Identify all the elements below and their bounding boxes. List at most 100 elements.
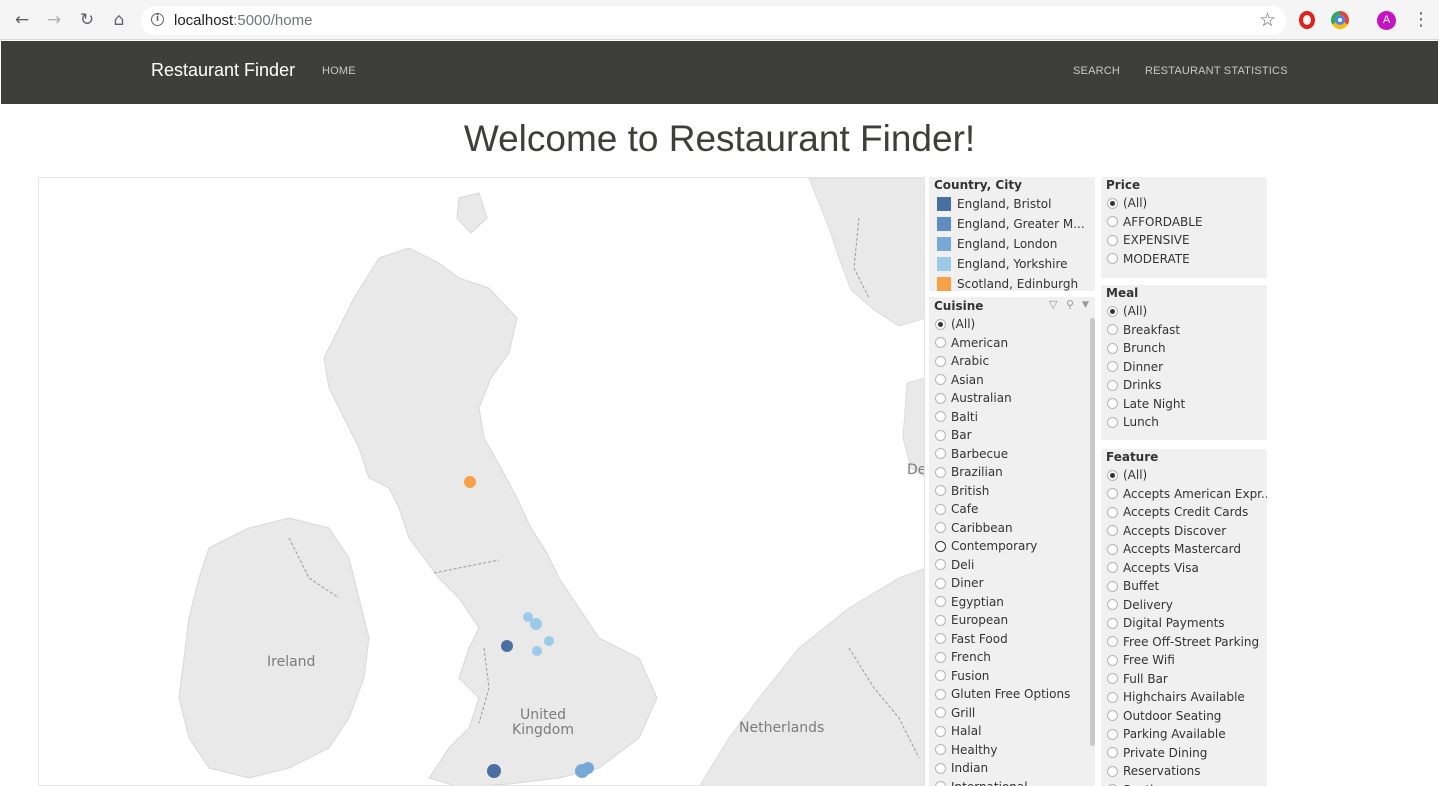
legend-item[interactable]: England, London [937, 234, 1057, 254]
radio-button[interactable] [1107, 728, 1118, 740]
cuisine-option[interactable]: (All) [935, 315, 975, 333]
radio-button[interactable] [935, 337, 946, 348]
restaurant-map[interactable]: Ireland United Kingdom Netherlands De [38, 177, 925, 786]
radio-button[interactable] [935, 725, 946, 737]
feature-option[interactable]: Accepts American Expr... [1107, 485, 1267, 503]
radio-button[interactable] [1107, 543, 1118, 555]
nav-home[interactable]: HOME [322, 65, 356, 77]
price-option[interactable]: MODERATE [1107, 250, 1190, 268]
radio-button[interactable] [1107, 361, 1118, 372]
cuisine-option[interactable]: Diner [935, 574, 984, 592]
cuisine-option[interactable]: French [935, 648, 991, 666]
cuisine-option[interactable]: Bar [935, 426, 972, 444]
meal-option[interactable]: Drinks [1107, 376, 1161, 394]
cuisine-option[interactable]: Egyptian [935, 593, 1004, 611]
radio-button[interactable] [935, 318, 946, 330]
radio-button[interactable] [935, 577, 946, 589]
cuisine-option[interactable]: Healthy [935, 741, 998, 759]
legend-item[interactable]: England, Greater M... [937, 214, 1085, 234]
profile-avatar[interactable]: A [1377, 11, 1396, 30]
radio-button[interactable] [935, 744, 946, 755]
radio-button[interactable] [1107, 525, 1118, 536]
radio-button[interactable] [935, 411, 946, 422]
feature-option[interactable]: Outdoor Seating [1107, 707, 1221, 725]
back-icon[interactable]: ← [11, 9, 33, 31]
feature-option[interactable]: Highchairs Available [1107, 688, 1245, 706]
radio-button[interactable] [935, 355, 946, 367]
filter-icon[interactable]: ▽ [1049, 298, 1057, 311]
reload-icon[interactable]: ↻ [76, 9, 98, 31]
cuisine-option[interactable]: Cafe [935, 500, 978, 518]
feature-option[interactable]: Seating [1107, 781, 1169, 786]
feature-option[interactable]: Accepts Mastercard [1107, 540, 1241, 558]
radio-button[interactable] [935, 781, 946, 786]
legend-item[interactable]: Scotland, Edinburgh [937, 274, 1078, 291]
radio-button[interactable] [1107, 654, 1118, 666]
bookmark-star-icon[interactable]: ☆ [1259, 9, 1276, 31]
feature-option[interactable]: Accepts Visa [1107, 559, 1199, 577]
feature-option[interactable]: Free Wifi [1107, 651, 1175, 669]
nav-restaurant-statistics[interactable]: RESTAURANT STATISTICS [1145, 65, 1288, 77]
radio-button[interactable] [935, 522, 946, 533]
radio-button[interactable] [1107, 617, 1118, 629]
radio-button[interactable] [1107, 710, 1118, 721]
cuisine-option[interactable]: Deli [935, 556, 974, 574]
cuisine-option[interactable]: Fast Food [935, 630, 1008, 648]
feature-option[interactable]: Free Off-Street Parking [1107, 633, 1259, 651]
dropdown-arrow-icon[interactable]: ▼ [1082, 300, 1089, 310]
cuisine-scrollbar[interactable] [1090, 318, 1095, 746]
feature-option[interactable]: (All) [1107, 466, 1147, 484]
meal-option[interactable]: Dinner [1107, 358, 1163, 376]
cuisine-option[interactable]: Grill [935, 704, 975, 722]
address-bar[interactable]: i localhost:5000/home ☆ [141, 6, 1286, 35]
radio-button[interactable] [1107, 747, 1118, 758]
cuisine-option[interactable]: European [935, 611, 1008, 629]
cuisine-option[interactable]: International [935, 778, 1028, 786]
radio-button[interactable] [1107, 506, 1118, 518]
cuisine-option[interactable]: Gluten Free Options [935, 685, 1070, 703]
feature-option[interactable]: Delivery [1107, 596, 1173, 614]
cuisine-option[interactable]: Caribbean [935, 519, 1013, 537]
meal-option[interactable]: (All) [1107, 302, 1147, 320]
radio-button[interactable] [935, 762, 946, 774]
meal-option[interactable]: Late Night [1107, 395, 1185, 413]
radio-button[interactable] [935, 614, 946, 626]
radio-button[interactable] [1107, 580, 1118, 592]
cuisine-option[interactable]: Barbecue [935, 445, 1008, 463]
radio-button[interactable] [935, 503, 946, 515]
cuisine-option[interactable]: Fusion [935, 667, 989, 685]
legend-item[interactable]: England, Bristol [937, 194, 1051, 214]
cuisine-option[interactable]: Indian [935, 759, 988, 777]
radio-button[interactable] [1107, 234, 1118, 246]
chrome-extension-icon[interactable] [1331, 11, 1349, 29]
price-option[interactable]: EXPENSIVE [1107, 231, 1190, 249]
radio-button[interactable] [1107, 673, 1118, 684]
cuisine-option[interactable]: Arabic [935, 352, 989, 370]
radio-button[interactable] [1107, 197, 1118, 209]
radio-button[interactable] [935, 633, 946, 644]
legend-item[interactable]: England, Yorkshire [937, 254, 1068, 274]
price-option[interactable]: AFFORDABLE [1107, 213, 1203, 231]
radio-button[interactable] [1107, 416, 1118, 428]
radio-button[interactable] [935, 688, 946, 700]
radio-button[interactable] [1107, 488, 1118, 499]
feature-option[interactable]: Digital Payments [1107, 614, 1225, 632]
brand-link[interactable]: Restaurant Finder [151, 60, 295, 81]
radio-button[interactable] [1107, 562, 1118, 573]
feature-option[interactable]: Reservations [1107, 762, 1200, 780]
radio-button[interactable] [1107, 691, 1118, 703]
radio-button[interactable] [1107, 305, 1118, 317]
feature-option[interactable]: Private Dining [1107, 744, 1207, 762]
radio-button[interactable] [1107, 636, 1118, 647]
radio-button[interactable] [935, 392, 946, 404]
radio-button[interactable] [1107, 398, 1118, 409]
radio-button[interactable] [935, 429, 946, 441]
radio-button[interactable] [935, 651, 946, 663]
radio-button[interactable] [935, 448, 946, 459]
meal-option[interactable]: Lunch [1107, 413, 1159, 431]
meal-option[interactable]: Breakfast [1107, 321, 1180, 339]
feature-option[interactable]: Parking Available [1107, 725, 1226, 743]
opera-extension-icon[interactable] [1299, 11, 1315, 29]
cuisine-option[interactable]: Balti [935, 408, 978, 426]
cuisine-option[interactable]: Contemporary [935, 537, 1037, 555]
